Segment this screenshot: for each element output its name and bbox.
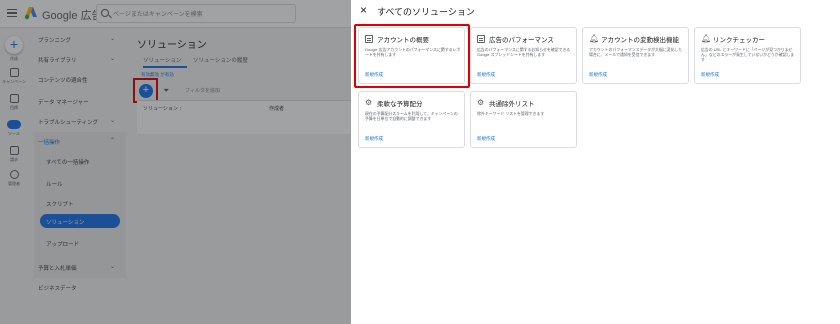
create-new-link[interactable]: 新規作成 (477, 72, 495, 78)
card-description: 広告の URL とキーワードに「ページが見つかりません」などのエラーが発生してい… (701, 47, 795, 62)
card-header: 広告のパフォーマンス (477, 34, 577, 44)
highlight-box (354, 24, 470, 88)
gear-icon: ⚙ (477, 98, 485, 107)
solution-card-anomaly-detector[interactable]: 🔔︎ アカウントの変動検出機能 アカウントのパフォーマンスデータが大幅に変化した… (582, 27, 689, 84)
card-title: アカウントの変動検出機能 (601, 37, 679, 44)
card-description: 現在の予算配分スキームを利用して、キャンペーンの予算を日単位で自動的に調整できま… (365, 111, 458, 121)
card-header: ⚙ 共通除外リスト (477, 98, 577, 109)
card-header: 🔔︎ リンクチェッカー (701, 34, 801, 45)
background-app: Google 広告 ページまたはキャンペーンを検索 + 作成 キャンペーン 目標… (0, 0, 351, 324)
create-new-link[interactable]: 新規作成 (701, 72, 719, 78)
bell-icon: 🔔︎ (589, 34, 600, 43)
panel-title: すべてのソリューション (377, 7, 475, 17)
card-title: 広告のパフォーマンス (489, 37, 554, 44)
create-new-link[interactable]: 新規作成 (589, 72, 607, 78)
create-new-link[interactable]: 新規作成 (477, 136, 495, 142)
card-header: 🔔︎ アカウントの変動検出機能 (589, 34, 689, 45)
card-title: リンクチェッカー (713, 37, 765, 44)
card-title: 共通除外リスト (489, 101, 535, 108)
screen: Google 広告 ページまたはキャンペーンを検索 + 作成 キャンペーン 目標… (0, 0, 840, 324)
card-title: 柔軟な予算配分 (377, 101, 423, 108)
close-icon[interactable]: × (360, 4, 367, 16)
card-description: 除外キーワード リストを管理できます (477, 111, 545, 116)
solution-card-ad-performance[interactable]: 広告のパフォーマンス 広告のパフォーマンスに関するお知らせを確認できる Goog… (470, 27, 577, 84)
card-description: アカウントのパフォーマンスデータが大幅に変化した場合に、メールで通知を受信できま… (589, 47, 683, 57)
modal-scrim[interactable] (0, 0, 351, 324)
document-icon (477, 35, 485, 43)
solution-card-negative-lists[interactable]: ⚙ 共通除外リスト 除外キーワード リストを管理できます 新規作成 (470, 91, 577, 148)
card-description: 広告のパフォーマンスに関するお知らせを確認できる Google スプレッドシート… (477, 47, 571, 57)
card-header: ⚙ 柔軟な予算配分 (365, 98, 465, 109)
create-new-link[interactable]: 新規作成 (365, 136, 383, 142)
gear-icon: ⚙ (365, 98, 373, 107)
bell-icon: 🔔︎ (701, 34, 712, 43)
solution-card-link-checker[interactable]: 🔔︎ リンクチェッカー 広告の URL とキーワードに「ページが見つかりません」… (694, 27, 801, 84)
solution-card-flexible-budget[interactable]: ⚙ 柔軟な予算配分 現在の予算配分スキームを利用して、キャンペーンの予算を日単位… (358, 91, 465, 148)
